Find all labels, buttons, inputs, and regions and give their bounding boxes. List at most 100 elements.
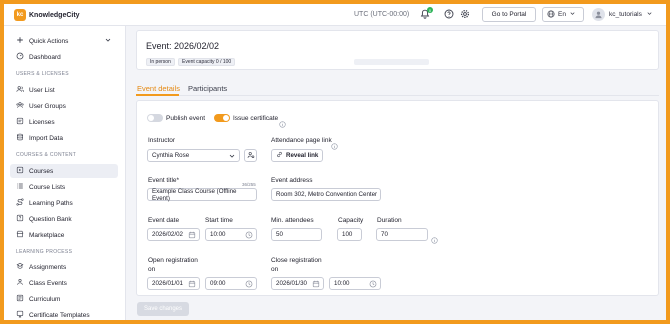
sidebar-item-marketplace[interactable]: Marketplace	[10, 228, 118, 242]
close-registration-time-input[interactable]: 10:00	[329, 277, 381, 290]
sidebar: Quick Actions Dashboard USERS & LICENSES…	[4, 26, 126, 320]
question-bank-icon	[16, 214, 24, 224]
open-registration-date-value: 2026/01/01	[152, 280, 183, 287]
list-icon	[16, 182, 24, 192]
start-time-label: Start time	[205, 217, 233, 224]
brand-logo[interactable]: kc KnowledgeCity	[14, 9, 80, 21]
language-select[interactable]: En	[542, 7, 584, 22]
sidebar-item-label: Assignments	[29, 263, 67, 271]
open-registration-time-input[interactable]: 09:00	[205, 277, 257, 290]
sidebar-item-class-events[interactable]: Class Events	[10, 276, 118, 290]
sidebar-section-users: USERS & LICENSES	[16, 71, 69, 77]
curriculum-icon	[16, 294, 24, 304]
sidebar-item-import-data[interactable]: Import Data	[10, 131, 118, 145]
instructor-action-button[interactable]	[244, 149, 257, 162]
help-button[interactable]	[443, 9, 455, 21]
event-address-value: Room 302, Metro Convention Center	[276, 191, 378, 198]
sidebar-item-dashboard[interactable]: Dashboard	[10, 50, 118, 64]
duration-input[interactable]: 70	[376, 228, 428, 241]
username: kc_tutorials	[609, 11, 642, 18]
sidebar-item-learning-paths[interactable]: Learning Paths	[10, 196, 118, 210]
sidebar-item-label: Course Lists	[29, 183, 66, 191]
language-value: En	[558, 11, 566, 18]
users-icon	[16, 85, 24, 95]
event-address-input[interactable]: Room 302, Metro Convention Center	[271, 188, 381, 201]
event-date-input[interactable]: 2026/02/02	[147, 228, 200, 241]
tab-event-details[interactable]: Event details	[137, 84, 180, 93]
assignments-icon	[16, 262, 24, 272]
brand-name: KnowledgeCity	[29, 11, 80, 19]
sidebar-item-licenses[interactable]: Licenses	[10, 115, 118, 129]
logo-mark-icon: kc	[14, 9, 26, 21]
path-icon	[16, 198, 24, 208]
event-date-label: Event date	[148, 217, 180, 224]
reveal-link-button[interactable]: Reveal link	[271, 149, 324, 162]
sidebar-item-assignments[interactable]: Assignments	[10, 260, 118, 274]
sidebar-item-curriculum[interactable]: Curriculum	[10, 292, 118, 306]
sidebar-item-courses[interactable]: Courses	[10, 164, 118, 178]
chevron-down-icon	[646, 10, 653, 19]
notifications-button[interactable]: 0	[419, 7, 433, 21]
sidebar-item-user-list[interactable]: User List	[10, 83, 118, 97]
event-title-value: Example Class Course (Offline Event)	[152, 187, 237, 202]
sidebar-item-label: Question Bank	[29, 215, 72, 223]
notification-badge: 0	[427, 7, 433, 13]
sidebar-item-label: User List	[29, 86, 55, 94]
info-icon[interactable]	[279, 115, 286, 128]
publish-event-toggle[interactable]	[147, 114, 163, 122]
info-icon[interactable]	[431, 231, 438, 244]
event-address-label: Event address	[271, 177, 313, 184]
open-registration-time-value: 09:00	[210, 280, 226, 287]
save-changes-button[interactable]: Save changes	[137, 302, 189, 316]
tab-bar: Event details Participants	[136, 82, 659, 96]
capacity-progress-bar	[354, 59, 429, 65]
instructor-label: Instructor	[148, 137, 176, 144]
sidebar-item-label: Certificate Templates	[29, 311, 90, 319]
open-registration-label: Open registration on	[148, 257, 198, 273]
event-details-form: Publish event Issue certificate Instruct…	[136, 100, 659, 296]
clock-icon	[369, 280, 377, 288]
sidebar-item-course-lists[interactable]: Course Lists	[10, 180, 118, 194]
sidebar-item-label: Licenses	[29, 118, 55, 126]
event-mode-chip: In person	[146, 58, 175, 66]
chevron-down-icon	[228, 152, 236, 160]
user-menu[interactable]: kc_tutorials	[592, 8, 653, 21]
min-attendees-label: Min. attendees	[271, 217, 314, 224]
capacity-input[interactable]: 100	[337, 228, 362, 241]
sidebar-item-user-groups[interactable]: User Groups	[10, 99, 118, 113]
close-registration-label: Close registration on	[271, 257, 322, 273]
capacity-chip: Event capacity 0 / 100	[178, 58, 236, 66]
publish-event-label: Publish event	[166, 115, 206, 122]
go-to-portal-button[interactable]: Go to Portal	[482, 7, 536, 22]
chevron-down-icon	[569, 10, 576, 19]
event-header-card: Event: 2026/02/02 In person Event capaci…	[136, 30, 659, 70]
tab-participants[interactable]: Participants	[188, 84, 227, 93]
sidebar-item-question-bank[interactable]: Question Bank	[10, 212, 118, 226]
duration-value: 70	[381, 231, 388, 238]
info-icon[interactable]	[331, 137, 338, 150]
instructor-select[interactable]: Cynthia Rose	[147, 149, 240, 162]
page-title: Event: 2026/02/02	[146, 41, 220, 51]
close-registration-date-value: 2026/01/30	[276, 280, 307, 287]
event-title-input[interactable]: Example Class Course (Offline Event)	[147, 187, 257, 202]
sidebar-item-label: Class Events	[29, 279, 67, 287]
sidebar-item-quick-actions[interactable]: Quick Actions	[10, 34, 118, 48]
settings-button[interactable]	[459, 9, 471, 21]
close-registration-date-input[interactable]: 2026/01/30	[271, 277, 324, 290]
capacity-value: 100	[342, 231, 353, 238]
open-registration-date-input[interactable]: 2026/01/01	[147, 277, 200, 290]
calendar-icon	[188, 231, 196, 239]
sidebar-item-label: Courses	[29, 167, 54, 175]
dashboard-icon	[16, 52, 24, 62]
sidebar-section-learning: LEARNING PROCESS	[16, 249, 73, 255]
timezone-label: UTC (UTC-00:00)	[354, 11, 410, 18]
help-icon	[444, 6, 454, 24]
min-attendees-input[interactable]: 50	[271, 228, 322, 241]
certificate-icon	[16, 310, 24, 320]
sidebar-item-certificate-templates[interactable]: Certificate Templates	[10, 308, 118, 320]
issue-certificate-toggle[interactable]	[214, 114, 230, 122]
close-registration-time-value: 10:00	[334, 280, 350, 287]
start-time-input[interactable]: 10:00	[205, 228, 257, 241]
toggle-knob	[223, 115, 229, 121]
clock-icon	[245, 280, 253, 288]
